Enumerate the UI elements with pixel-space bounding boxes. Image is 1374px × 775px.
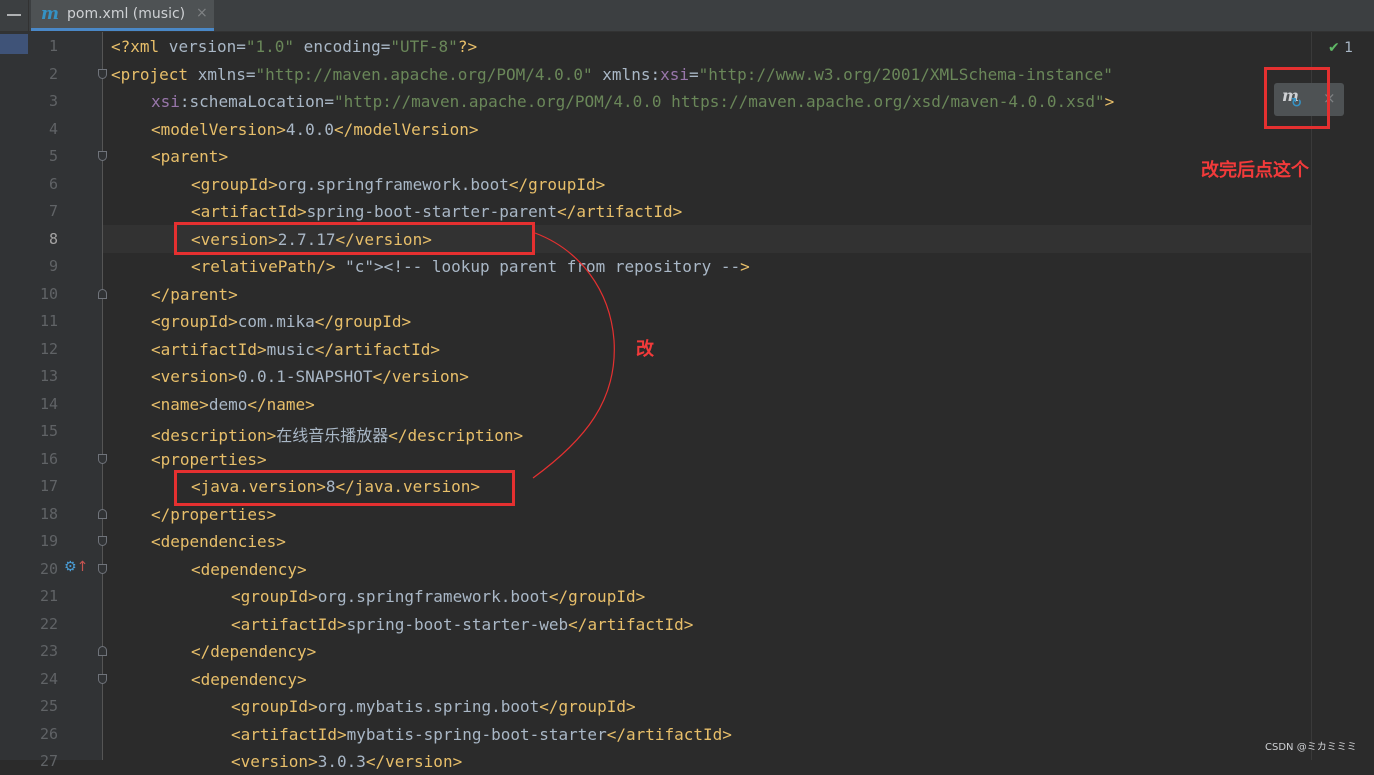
watermark: CSDN @ミカミミミ	[1265, 742, 1357, 753]
annotation-arrow-curve	[532, 232, 615, 479]
